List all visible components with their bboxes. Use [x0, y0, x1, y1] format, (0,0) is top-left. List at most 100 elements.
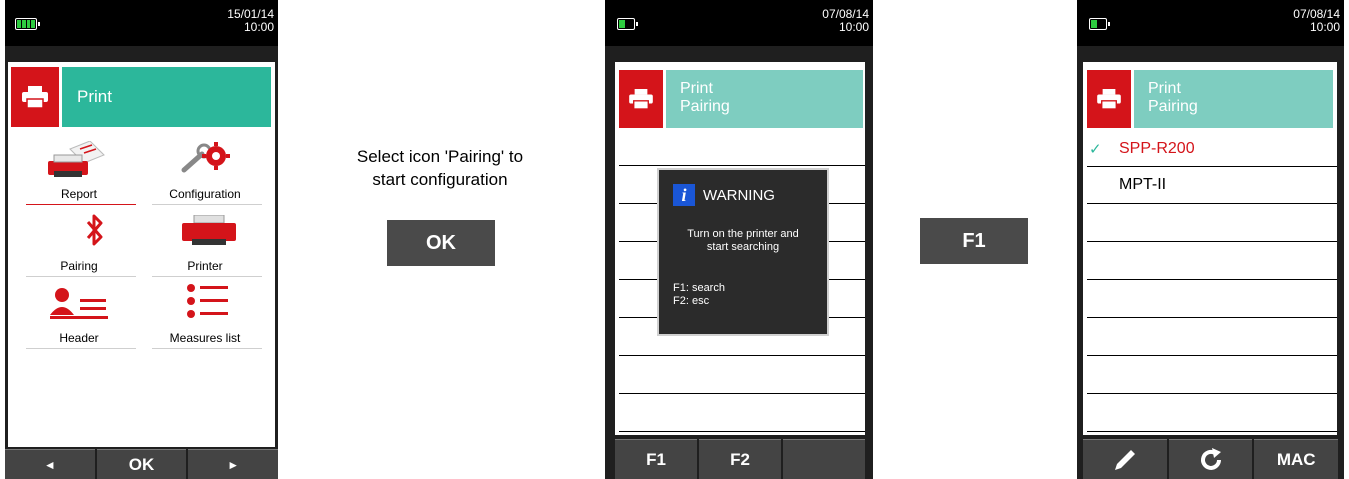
warning-message-line-1: Turn on the printer and: [687, 228, 799, 240]
screen-area: Print Pairing i WARNING Turn on the prin…: [615, 62, 865, 435]
warning-title: WARNING: [703, 187, 775, 204]
warning-key-f1: F1: search: [673, 282, 725, 294]
list-divider: [1087, 203, 1337, 204]
selection-underline: [26, 204, 136, 205]
device-name: SPP-R200: [1119, 140, 1195, 157]
configuration-gears-icon: [181, 142, 230, 173]
warning-dialog: i WARNING Turn on the printer and start …: [657, 168, 829, 336]
device-screen-print-menu: 15/01/14 10:00 Print Report Configuratio…: [5, 0, 278, 479]
menu-item-pairing[interactable]: Pairing: [18, 209, 140, 277]
header-person-icon: [50, 288, 108, 319]
instruction-text: Select icon 'Pairing' to start configura…: [320, 145, 560, 191]
ok-softkey[interactable]: OK: [96, 449, 187, 479]
list-divider: [619, 393, 865, 394]
f2-softkey[interactable]: F2: [699, 439, 781, 479]
time: 10:00: [1309, 20, 1340, 34]
list-divider: [1087, 279, 1337, 280]
datetime: 07/08/14 10:00: [1293, 8, 1340, 34]
empty-softkey[interactable]: [783, 439, 865, 479]
mac-softkey[interactable]: MAC: [1254, 439, 1339, 479]
title-line-1: Print: [1148, 80, 1181, 97]
left-arrow-softkey[interactable]: ◄: [5, 449, 95, 479]
instruction-line-2: start configuration: [372, 170, 508, 189]
ok-button-indicator: OK: [387, 220, 495, 266]
instruction-line-1: Select icon 'Pairing' to: [356, 147, 524, 166]
measures-list-icon: [187, 284, 228, 318]
page-title: Print: [62, 67, 271, 127]
datetime: 15/01/14 10:00: [227, 8, 274, 34]
list-divider: [1087, 317, 1337, 318]
device-screen-pairing-warning: 07/08/14 10:00 Print Pairing i WARNING T…: [605, 0, 873, 479]
menu-item-label: Configuration: [169, 187, 241, 201]
list-divider: [1087, 431, 1337, 432]
warning-keys: F1: search F2: esc: [673, 282, 725, 308]
item-underline: [152, 204, 262, 205]
list-divider: [1087, 355, 1337, 356]
device-screen-pairing-devices: 07/08/14 10:00 Print Pairing ✓ SPP-R200 …: [1077, 0, 1344, 479]
battery-icon: [15, 18, 40, 30]
right-arrow-softkey[interactable]: ►: [188, 449, 278, 479]
softkey-bar: F1 F2: [615, 439, 865, 479]
battery-icon: [617, 18, 638, 30]
page-header: Print Pairing: [1087, 70, 1333, 128]
refresh-icon: [1200, 447, 1221, 470]
list-divider: [1087, 241, 1337, 242]
edit-softkey[interactable]: [1083, 439, 1167, 479]
refresh-softkey[interactable]: [1168, 439, 1253, 479]
item-underline: [26, 276, 136, 277]
battery-icon: [1089, 18, 1110, 30]
info-icon: i: [673, 184, 695, 206]
warning-message-line-2: start searching: [706, 241, 780, 253]
printer-icon: [1087, 70, 1131, 128]
bluetooth-icon: [86, 214, 103, 246]
printer-icon: [11, 67, 59, 127]
list-divider: [619, 165, 865, 166]
time: 10:00: [243, 20, 274, 34]
list-divider: [1087, 166, 1337, 167]
list-divider: [1087, 393, 1337, 394]
device-list-item[interactable]: MPT-II: [1083, 168, 1337, 204]
title-line-2: Pairing: [1148, 98, 1198, 115]
warning-message: Turn on the printer and start searching: [659, 228, 827, 254]
report-printer-icon: [48, 141, 105, 177]
check-icon: ✓: [1089, 141, 1102, 158]
datetime: 07/08/14 10:00: [822, 8, 869, 34]
menu-item-label: Measures list: [169, 331, 241, 345]
status-bar: 07/08/14 10:00: [605, 0, 873, 46]
device-list-item-selected[interactable]: ✓ SPP-R200: [1083, 132, 1337, 168]
softkey-bar: ◄ OK ►: [5, 449, 278, 479]
item-underline: [152, 276, 262, 277]
menu-item-label: Printer: [187, 259, 223, 273]
screen-area: Print Report Configuration Pairing Print…: [8, 62, 275, 447]
softkey-bar: MAC: [1083, 439, 1339, 479]
list-divider: [619, 431, 865, 432]
page-title: Print Pairing: [1134, 70, 1333, 128]
title-line-1: Print: [680, 80, 713, 97]
page-title: Print Pairing: [666, 70, 863, 128]
menu-item-label: Header: [59, 331, 99, 345]
title-line-2: Pairing: [680, 98, 730, 115]
menu-item-label: Pairing: [60, 259, 98, 273]
f1-softkey[interactable]: F1: [615, 439, 697, 479]
screen-area: Print Pairing ✓ SPP-R200 MPT-II: [1083, 62, 1337, 435]
status-bar: 07/08/14 10:00: [1077, 0, 1344, 46]
status-bar: 15/01/14 10:00: [5, 0, 278, 46]
page-header: Print: [11, 67, 271, 127]
menu-item-configuration[interactable]: Configuration: [144, 137, 266, 205]
f1-button-indicator: F1: [920, 218, 1028, 264]
warning-key-f2: F2: esc: [673, 295, 710, 307]
time: 10:00: [838, 20, 869, 34]
device-name: MPT-II: [1119, 176, 1167, 193]
item-underline: [152, 348, 262, 349]
printer-icon: [182, 215, 236, 245]
menu-item-header[interactable]: Header: [18, 281, 140, 349]
menu-item-label: Report: [60, 187, 98, 201]
menu-item-printer[interactable]: Printer: [144, 209, 266, 277]
page-header: Print Pairing: [619, 70, 863, 128]
printer-icon: [619, 70, 663, 128]
menu-item-report[interactable]: Report: [18, 137, 140, 205]
item-underline: [26, 348, 136, 349]
list-divider: [619, 355, 865, 356]
pencil-icon: [1114, 449, 1135, 470]
menu-item-measures-list[interactable]: Measures list: [144, 281, 266, 349]
